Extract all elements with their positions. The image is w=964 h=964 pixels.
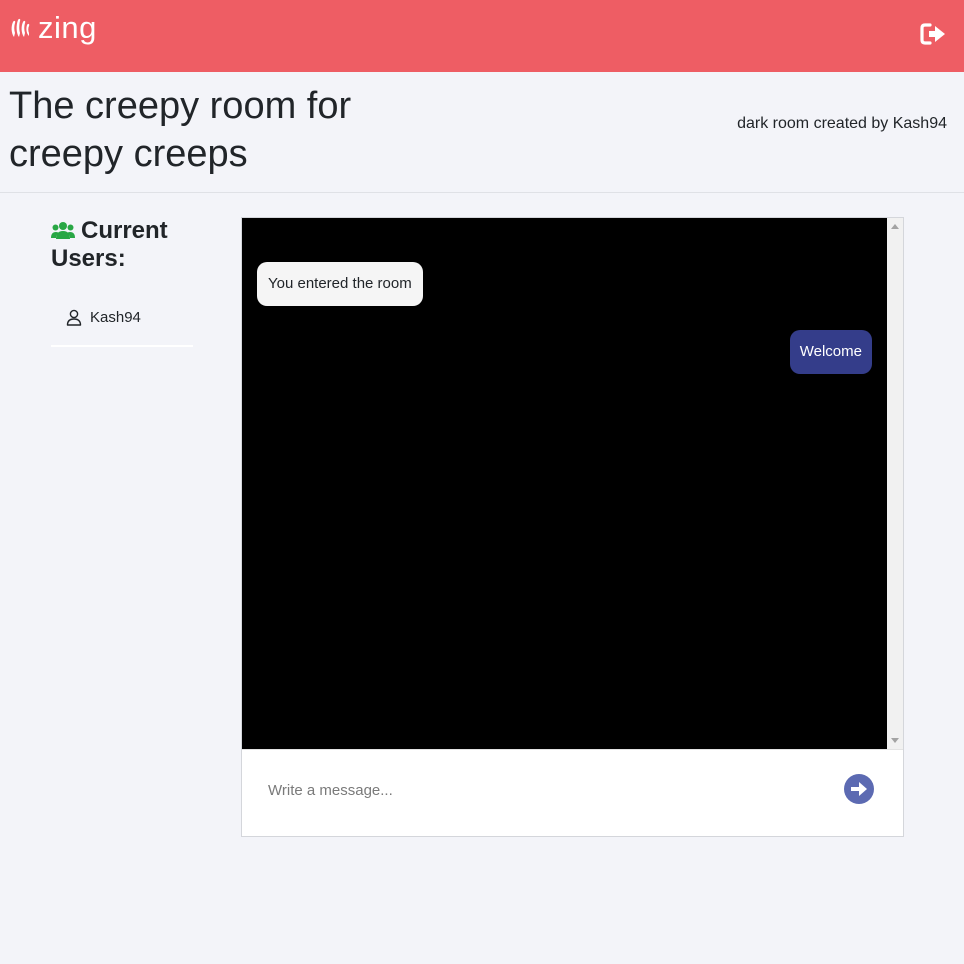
room-title: The creepy room for creepy creeps bbox=[9, 85, 352, 175]
user-outline-icon bbox=[66, 309, 82, 326]
room-creator: Kash94 bbox=[892, 115, 947, 132]
scroll-down-arrow-icon[interactable] bbox=[891, 738, 899, 743]
header-divider bbox=[0, 192, 964, 193]
room-created-by-label: room created by bbox=[772, 115, 889, 132]
chat-panel: You entered the room Welcome bbox=[241, 217, 904, 837]
scroll-up-arrow-icon[interactable] bbox=[891, 224, 899, 229]
users-group-icon bbox=[51, 222, 75, 239]
arrow-circle-right-icon[interactable] bbox=[843, 773, 875, 805]
navbar: zing bbox=[0, 0, 964, 72]
room-theme: dark bbox=[737, 115, 769, 132]
hand-logo-icon bbox=[11, 18, 30, 37]
message-scrollbar[interactable] bbox=[887, 218, 903, 749]
message-input[interactable] bbox=[258, 770, 828, 810]
user-list-item[interactable]: Kash94 bbox=[66, 307, 141, 327]
current-users-panel: Current Users: Kash94 bbox=[51, 217, 193, 347]
app-name: zing bbox=[38, 10, 97, 45]
users-divider bbox=[51, 345, 193, 347]
brand[interactable]: zing bbox=[10, 8, 97, 48]
message-composer bbox=[242, 749, 903, 836]
current-users-heading: Current Users: bbox=[51, 217, 193, 273]
incoming-message-bubble: You entered the room bbox=[257, 262, 423, 306]
room-info: dark room created by Kash94 bbox=[737, 115, 947, 133]
outgoing-message-bubble: Welcome bbox=[789, 330, 872, 374]
user-name: Kash94 bbox=[90, 308, 141, 326]
sign-out-icon[interactable] bbox=[920, 22, 946, 46]
message-list[interactable]: You entered the room Welcome bbox=[242, 218, 887, 749]
